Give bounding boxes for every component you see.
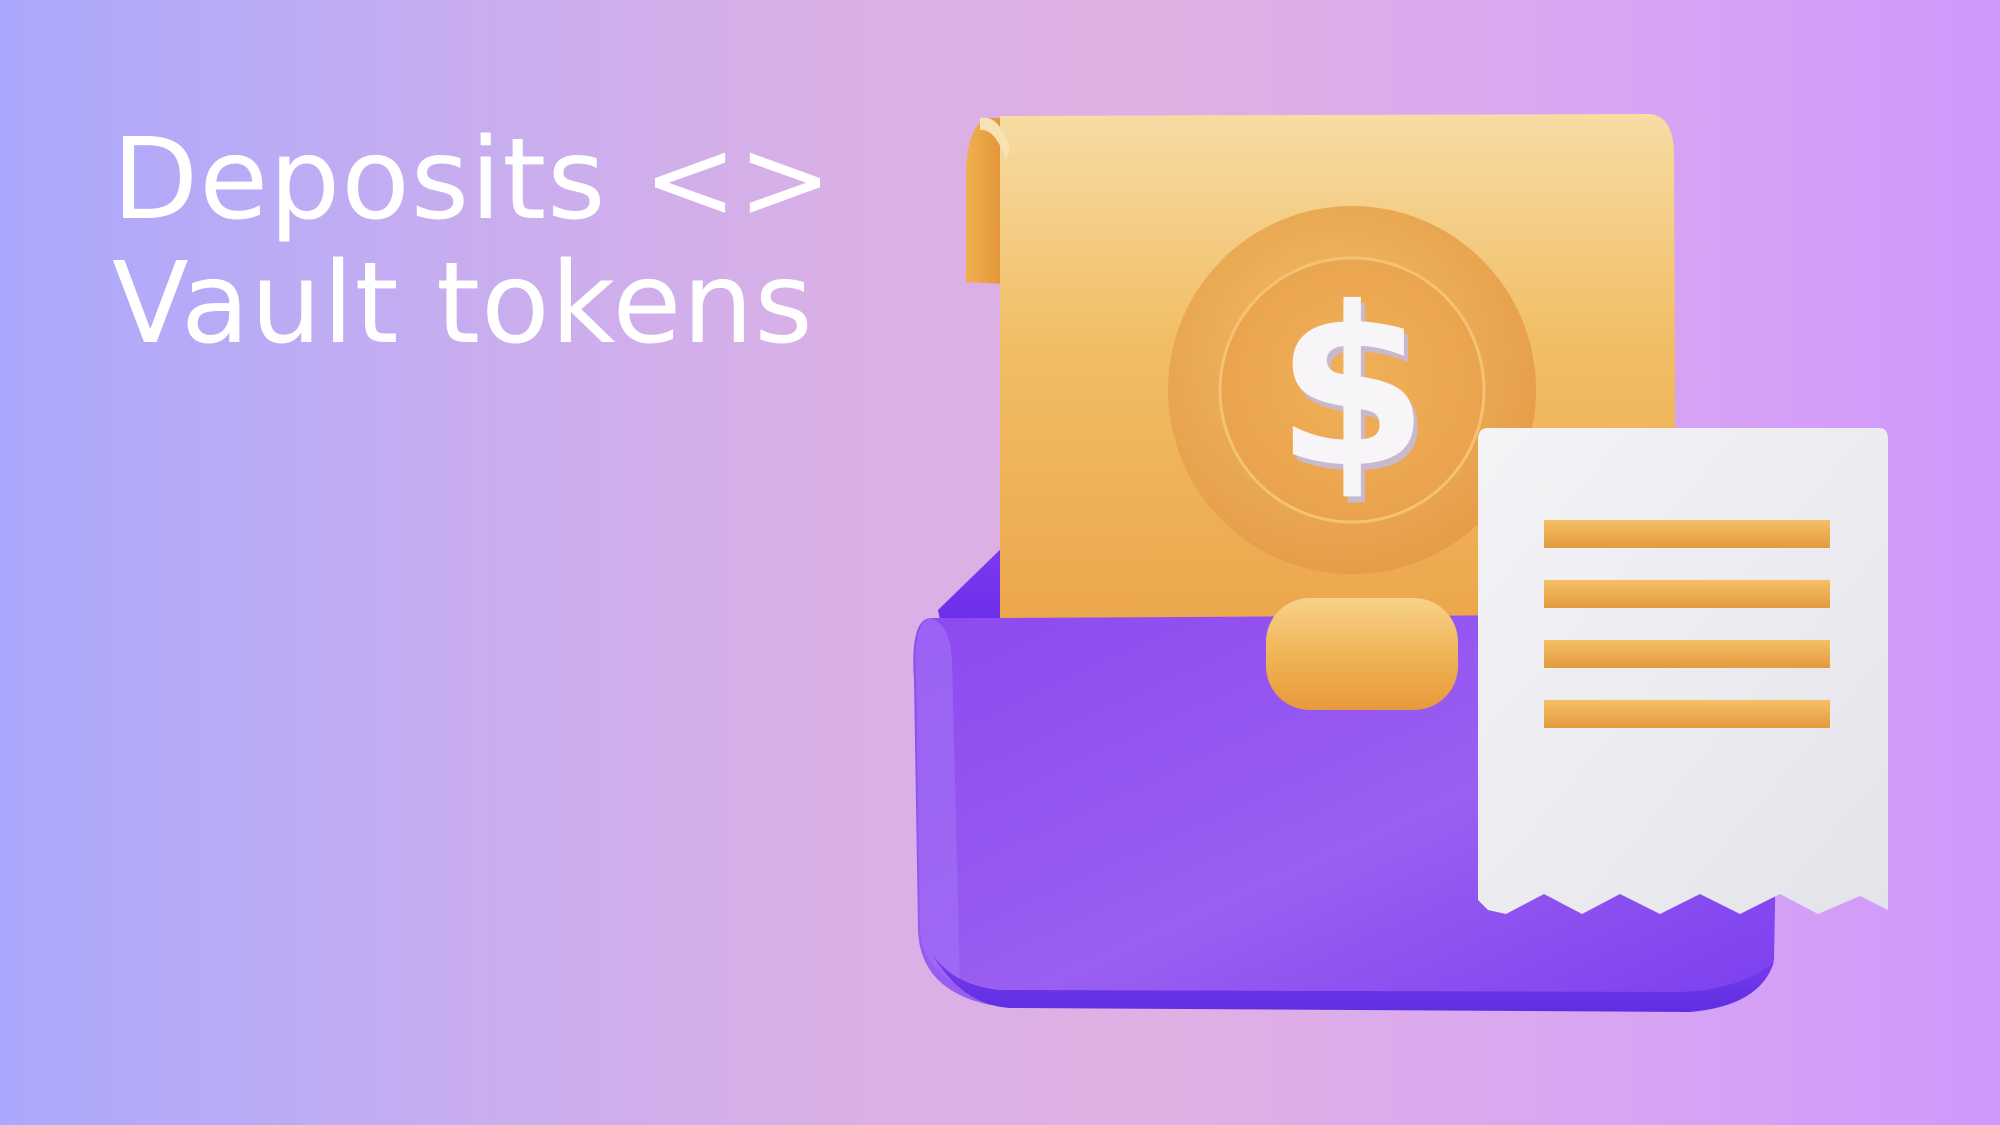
receipt-line-1 — [1544, 520, 1830, 548]
wallet-clasp — [1266, 598, 1458, 710]
receipt-line-3 — [1544, 640, 1830, 668]
receipt-line-4 — [1544, 700, 1830, 728]
receipt-line-2 — [1544, 580, 1830, 608]
wallet-receipt-illustration: $ $ — [913, 114, 1888, 1012]
svg-text:$: $ — [1275, 260, 1428, 516]
receipt-icon — [1478, 428, 1888, 914]
